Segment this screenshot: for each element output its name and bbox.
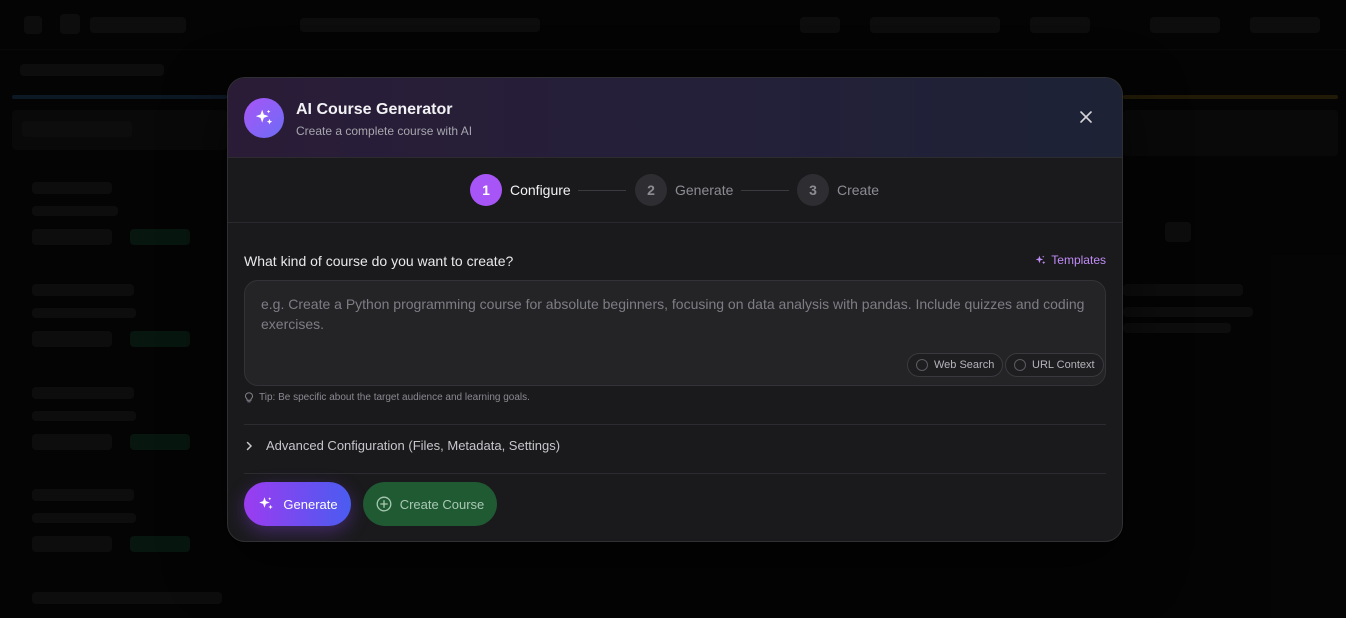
- advanced-configuration-label: Advanced Configuration (Files, Metadata,…: [266, 438, 561, 453]
- sparkles-icon: [259, 497, 274, 510]
- modal-header: AI Course Generator Create a complete co…: [228, 78, 1122, 158]
- create-course-button[interactable]: Create Course: [363, 482, 497, 526]
- stepper: 1 Configure 2 Generate 3 Create: [228, 158, 1122, 223]
- sparkles-icon: [244, 98, 284, 138]
- radio-icon: [916, 359, 928, 371]
- lightbulb-icon: [244, 392, 254, 403]
- chevron-right-icon: [246, 441, 253, 450]
- tip-label: Tip: Be specific about the target audien…: [259, 392, 530, 403]
- step-1-label: Configure: [510, 182, 571, 198]
- generate-button[interactable]: Generate: [244, 482, 351, 526]
- step-2-number: 2: [635, 174, 667, 206]
- close-icon: [1080, 111, 1092, 123]
- templates-label: Templates: [1051, 253, 1106, 267]
- step-3-number: 3: [797, 174, 829, 206]
- web-search-toggle[interactable]: Web Search: [907, 353, 1004, 377]
- url-context-toggle[interactable]: URL Context: [1005, 353, 1104, 377]
- plus-circle-icon: [376, 496, 392, 512]
- course-prompt-input[interactable]: e.g. Create a Python programming course …: [244, 280, 1106, 386]
- url-context-label: URL Context: [1032, 359, 1095, 371]
- course-prompt-placeholder: e.g. Create a Python programming course …: [261, 296, 1085, 332]
- step-3-label: Create: [837, 182, 880, 198]
- course-question-label: What kind of course do you want to creat…: [244, 253, 514, 269]
- close-button[interactable]: [1074, 105, 1098, 129]
- divider: [244, 473, 1106, 474]
- modal-subtitle: Create a complete course with AI: [296, 124, 473, 138]
- step-2-label: Generate: [675, 182, 734, 198]
- step-connector: [741, 190, 789, 191]
- step-connector: [578, 190, 626, 191]
- sparkles-icon: [1035, 255, 1046, 264]
- web-search-label: Web Search: [934, 359, 995, 371]
- advanced-configuration-toggle[interactable]: Advanced Configuration (Files, Metadata,…: [244, 438, 560, 453]
- modal-title: AI Course Generator: [296, 101, 453, 118]
- step-1-number: 1: [470, 174, 502, 206]
- tip-text: Tip: Be specific about the target audien…: [244, 392, 530, 403]
- templates-button[interactable]: Templates: [1034, 253, 1106, 267]
- ai-course-generator-dialog: AI Course Generator Create a complete co…: [227, 77, 1123, 542]
- divider: [244, 424, 1106, 425]
- create-course-label: Create Course: [399, 496, 485, 512]
- generate-label: Generate: [283, 496, 338, 512]
- radio-icon: [1014, 359, 1026, 371]
